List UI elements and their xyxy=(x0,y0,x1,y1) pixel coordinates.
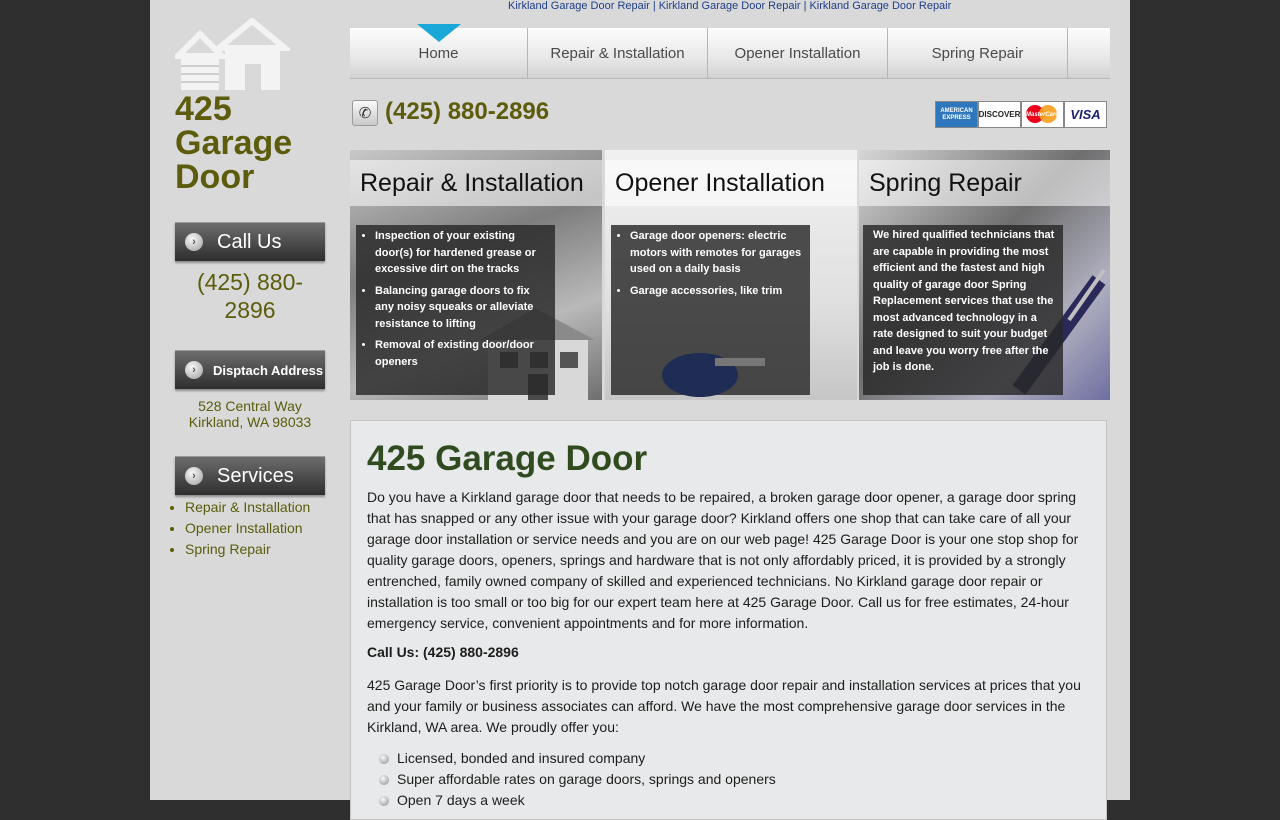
main-content: 425 Garage Door Do you have a Kirkland g… xyxy=(350,420,1107,820)
panel-title: Repair & Installation xyxy=(360,168,584,197)
payment-cards: AMERICAN EXPRESS DISCOVER MasterCard VIS… xyxy=(935,101,1107,128)
address-line-2: Kirkland, WA 98033 xyxy=(188,414,312,430)
bullet-icon xyxy=(379,774,389,785)
offer-list: Licensed, bonded and insured company Sup… xyxy=(379,748,776,811)
services-title: Services xyxy=(217,464,294,487)
discover-card-icon: DISCOVER xyxy=(978,101,1021,128)
list-item: Open 7 days a week xyxy=(379,790,776,811)
logo-line-2: Garage xyxy=(175,124,293,162)
list-item: Super affordable rates on garage doors, … xyxy=(379,769,776,790)
panel-spring-repair[interactable]: Spring Repair We hired qualified technic… xyxy=(859,150,1110,400)
logo-line-1: 425 xyxy=(175,90,232,128)
dispatch-address: 528 Central Way Kirkland, WA 98033 xyxy=(175,398,325,430)
services-header: › Services xyxy=(175,456,325,495)
panel-title-bar: Repair & Installation xyxy=(350,160,602,206)
panel-text-box: Inspection of your existing door(s) for … xyxy=(356,225,555,395)
amex-card-icon: AMERICAN EXPRESS xyxy=(935,101,978,128)
nav-opener-installation[interactable]: Opener Installation xyxy=(708,28,888,78)
arrow-bullet-icon: › xyxy=(185,361,203,379)
services-list: Repair & Installation Opener Installatio… xyxy=(170,497,310,560)
call-us-header: › Call Us xyxy=(175,222,325,261)
panel-text-box: We hired qualified technicians that are … xyxy=(863,225,1063,395)
dispatch-address-title: Disptach Address xyxy=(213,362,324,378)
service-link-repair[interactable]: Repair & Installation xyxy=(185,497,310,518)
panel-title: Opener Installation xyxy=(615,168,825,197)
top-link-2[interactable]: Kirkland Garage Door Repair xyxy=(659,0,801,12)
arrow-bullet-icon: › xyxy=(185,233,203,251)
sidebar-phone-line-1: (425) 880- xyxy=(196,269,304,295)
panel-item: Garage accessories, like trim xyxy=(630,283,802,300)
phone-icon: ✆ xyxy=(352,100,378,126)
panel-item: Garage door openers: electric motors wit… xyxy=(630,228,802,278)
sidebar-phone[interactable]: (425) 880- 2896 xyxy=(175,268,325,324)
priority-paragraph: 425 Garage Door’s first priority is to p… xyxy=(367,677,1081,735)
header-phone-number[interactable]: (425) 880-2896 xyxy=(385,98,549,126)
nav-spring-repair[interactable]: Spring Repair xyxy=(888,28,1068,78)
service-link-opener[interactable]: Opener Installation xyxy=(185,518,310,539)
main-nav: Home Repair & Installation Opener Instal… xyxy=(350,24,1110,79)
arrow-bullet-icon: › xyxy=(185,467,203,485)
address-line-1: 528 Central Way xyxy=(198,398,302,414)
service-link-spring[interactable]: Spring Repair xyxy=(185,539,310,560)
intro-paragraph: Do you have a Kirkland garage door that … xyxy=(367,489,1079,631)
call-us-line: Call Us: (425) 880-2896 xyxy=(367,644,519,660)
nav-repair-installation[interactable]: Repair & Installation xyxy=(528,28,708,78)
panel-opener-installation[interactable]: Opener Installation Garage door openers:… xyxy=(605,150,857,400)
nav-home[interactable]: Home xyxy=(350,24,528,78)
bullet-icon xyxy=(379,795,389,806)
visa-card-icon: VISA xyxy=(1064,101,1107,128)
panel-repair-installation[interactable]: Repair & Installation Inspection of your… xyxy=(350,150,602,400)
panel-item: Inspection of your existing door(s) for … xyxy=(375,228,547,278)
top-link-3[interactable]: Kirkland Garage Door Repair xyxy=(809,0,951,12)
panel-title-bar: Spring Repair xyxy=(859,160,1110,206)
logo-line-3: Door xyxy=(175,158,255,196)
panel-paragraph: We hired qualified technicians that are … xyxy=(873,229,1055,373)
panel-item: Removal of existing door/door openers xyxy=(375,337,547,370)
sidebar-phone-line-2: 2896 xyxy=(224,297,276,323)
page-title: 425 Garage Door xyxy=(367,439,648,478)
panel-item: Balancing garage doors to fix any noisy … xyxy=(375,283,547,333)
garage-opener-icon xyxy=(662,353,765,397)
mastercard-card-icon: MasterCard xyxy=(1021,101,1064,128)
logo-text[interactable]: 425 Garage Door xyxy=(175,92,315,194)
panel-title: Spring Repair xyxy=(869,168,1022,197)
list-item: Licensed, bonded and insured company xyxy=(379,748,776,769)
panel-title-bar: Opener Installation xyxy=(605,160,857,206)
top-link-1[interactable]: Kirkland Garage Door Repair xyxy=(508,0,650,12)
page-wrapper: Kirkland Garage Door Repair | Kirkland Gar… xyxy=(150,0,1130,820)
dispatch-address-header: › Disptach Address xyxy=(175,350,325,389)
call-us-title: Call Us xyxy=(217,230,282,253)
house-logo-icon[interactable] xyxy=(175,18,290,92)
bullet-icon xyxy=(379,753,389,764)
